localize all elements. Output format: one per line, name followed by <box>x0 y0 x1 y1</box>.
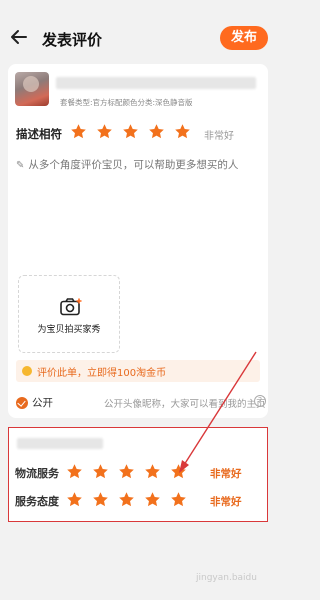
camera-icon <box>60 298 82 316</box>
star-icon[interactable] <box>118 491 135 508</box>
shop-name-blurred <box>17 438 103 449</box>
publish-button[interactable]: 发布 <box>220 26 268 50</box>
star-icon[interactable] <box>144 463 161 480</box>
service-stars <box>66 491 196 508</box>
star-icon[interactable] <box>66 491 83 508</box>
star-icon[interactable] <box>170 463 187 480</box>
service-rating-label: 服务态度 <box>15 495 59 508</box>
description-stars <box>70 123 200 140</box>
product-spec: 套餐类型:官方标配颜色分类:深色静音版 <box>60 98 193 107</box>
star-icon[interactable] <box>66 463 83 480</box>
coin-reward-text: 评价此单，立即得100淘金币 <box>37 368 167 379</box>
logistics-rating-text: 非常好 <box>210 468 242 480</box>
review-placeholder: 从多个角度评价宝贝，可以帮助更多想买的人 <box>28 159 239 171</box>
star-icon[interactable] <box>118 463 135 480</box>
star-icon[interactable] <box>96 123 113 140</box>
info-icon[interactable]: ? <box>254 395 266 407</box>
coin-reward-banner: 评价此单，立即得100淘金币 <box>16 360 260 382</box>
review-card: 套餐类型:官方标配颜色分类:深色静音版 描述相符 非常好 ✎ 从多个角度评价宝贝，… <box>8 64 268 418</box>
logistics-stars <box>66 463 196 480</box>
star-icon[interactable] <box>144 491 161 508</box>
product-thumbnail <box>15 72 49 106</box>
public-note: 公开头像昵称，大家可以看到我的主页 <box>104 399 266 410</box>
review-input[interactable]: ✎ 从多个角度评价宝贝，可以帮助更多想买的人 <box>16 157 238 172</box>
page-title: 发表评价 <box>42 31 103 49</box>
pencil-icon: ✎ <box>16 160 25 171</box>
logistics-rating-label: 物流服务 <box>15 467 59 480</box>
description-rating-label: 描述相符 <box>16 127 62 141</box>
service-rating-text: 非常好 <box>210 496 242 508</box>
public-checkbox[interactable] <box>16 397 28 409</box>
add-photo-label: 为宝贝拍买家秀 <box>37 325 101 335</box>
public-label: 公开 <box>32 397 53 409</box>
star-icon[interactable] <box>70 123 87 140</box>
star-icon[interactable] <box>92 491 109 508</box>
watermark: jingyan.baidu <box>196 573 257 583</box>
star-icon[interactable] <box>170 491 187 508</box>
product-name-blurred <box>56 77 256 89</box>
header-bar: 发表评价 发布 <box>0 0 276 72</box>
star-icon[interactable] <box>174 123 191 140</box>
back-arrow-icon[interactable] <box>10 28 30 46</box>
shop-rating-card: 物流服务 非常好 服务态度 非常好 <box>8 427 268 522</box>
star-icon[interactable] <box>122 123 139 140</box>
star-icon[interactable] <box>148 123 165 140</box>
add-photo-button[interactable]: 为宝贝拍买家秀 <box>18 275 120 353</box>
description-rating-text: 非常好 <box>204 131 234 142</box>
star-icon[interactable] <box>92 463 109 480</box>
coin-icon <box>22 366 32 376</box>
